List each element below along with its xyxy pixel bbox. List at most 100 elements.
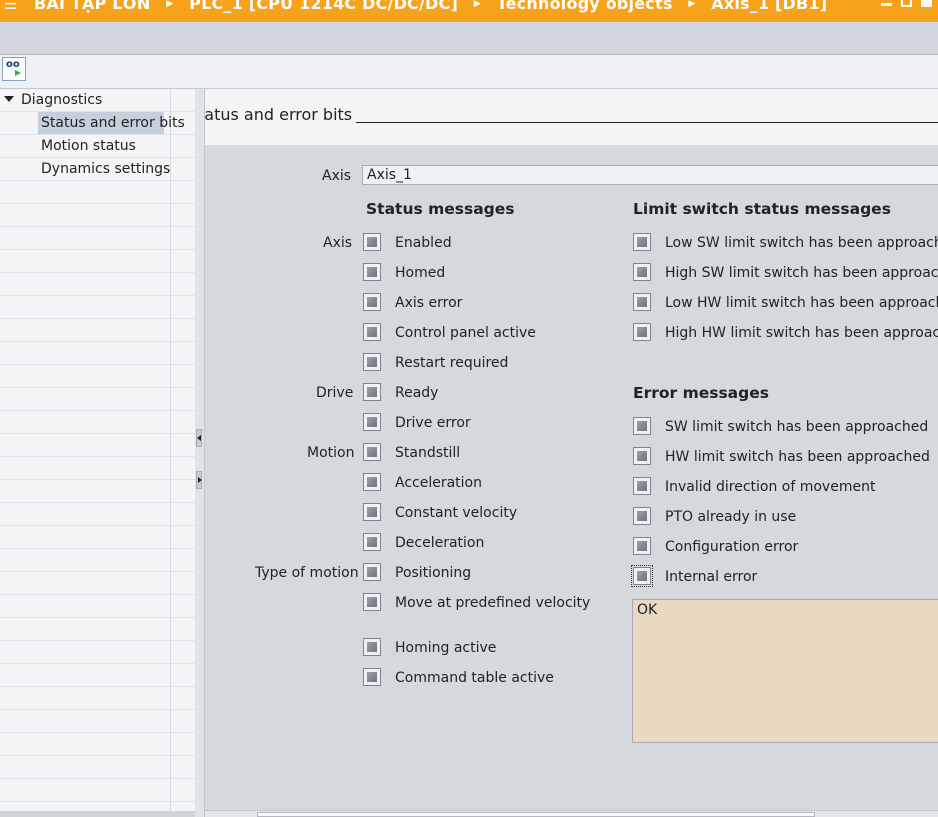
error-message-text: OK bbox=[637, 602, 658, 618]
breadcrumb-axis[interactable]: Axis_1 [DB1] bbox=[711, 0, 827, 13]
status-control-panel-active-checkbox bbox=[363, 323, 381, 341]
status-enabled-checkbox bbox=[363, 233, 381, 251]
nav-column-divider bbox=[170, 89, 171, 817]
error-configuration-label: Configuration error bbox=[665, 539, 799, 555]
status-standstill-checkbox bbox=[363, 443, 381, 461]
status-ready-label: Ready bbox=[395, 385, 439, 401]
group-label-axis: Axis bbox=[323, 235, 353, 251]
status-ready-checkbox bbox=[363, 383, 381, 401]
status-homing-active-label: Homing active bbox=[395, 640, 497, 656]
axis-label: Axis bbox=[322, 168, 352, 184]
status-acceleration-checkbox bbox=[363, 473, 381, 491]
status-positioning-label: Positioning bbox=[395, 565, 472, 581]
nav-item-dynamics-settings[interactable]: Dynamics settings bbox=[41, 158, 170, 180]
breadcrumb-plc[interactable]: PLC_1 [CPU 1214C DC/DC/DC] bbox=[189, 0, 458, 13]
panel-splitter[interactable] bbox=[195, 89, 205, 817]
status-move-predefined-velocity-checkbox bbox=[363, 593, 381, 611]
window-controls bbox=[881, 0, 932, 7]
limit-high-sw-checkbox bbox=[633, 263, 651, 281]
status-positioning-checkbox bbox=[363, 563, 381, 581]
nav-scrollbar[interactable] bbox=[0, 811, 195, 817]
nav-diagnostics-label: Diagnostics bbox=[21, 92, 103, 108]
error-internal-checkbox bbox=[631, 565, 653, 587]
status-deceleration-checkbox bbox=[363, 533, 381, 551]
scrollbar-thumb[interactable] bbox=[257, 812, 815, 817]
minimize-icon[interactable] bbox=[881, 0, 892, 6]
error-sw-limit-label: SW limit switch has been approached bbox=[665, 419, 929, 435]
section-title: tatus and error bits bbox=[205, 105, 353, 124]
breadcrumb: BÀI TẬP LỚN ▶ PLC_1 [CPU 1214C DC/DC/DC]… bbox=[34, 0, 827, 13]
breadcrumb-project[interactable]: BÀI TẬP LỚN bbox=[34, 0, 150, 13]
status-homing-active-checkbox bbox=[363, 638, 381, 656]
limit-low-sw-checkbox bbox=[633, 233, 651, 251]
main-panel: tatus and error bits Axis Axis_1 Status … bbox=[205, 89, 938, 817]
arrow-right-icon bbox=[198, 477, 202, 483]
group-label-drive: Drive bbox=[316, 385, 354, 401]
collapse-left-button[interactable] bbox=[196, 429, 202, 447]
error-hw-limit-label: HW limit switch has been approached bbox=[665, 449, 930, 465]
error-pto-in-use-label: PTO already in use bbox=[665, 509, 797, 525]
status-axis-error-label: Axis error bbox=[395, 295, 463, 311]
status-command-table-active-label: Command table active bbox=[395, 670, 554, 686]
error-configuration-checkbox bbox=[633, 537, 651, 555]
limit-switch-messages-title: Limit switch status messages bbox=[633, 200, 891, 218]
status-deceleration-label: Deceleration bbox=[395, 535, 485, 551]
status-command-table-active-checkbox bbox=[363, 668, 381, 686]
error-message-box: OK bbox=[632, 599, 938, 743]
limit-high-hw-label: High HW limit switch has been approached bbox=[665, 325, 938, 341]
restore-icon[interactable] bbox=[901, 0, 912, 7]
error-invalid-direction-checkbox bbox=[633, 477, 651, 495]
section-divider bbox=[356, 122, 938, 123]
group-label-type-of-motion: Type of motion bbox=[255, 565, 359, 581]
toolbar: oo bbox=[0, 55, 938, 89]
nav-item-status-and-error-bits[interactable]: Status and error bits bbox=[38, 112, 185, 134]
group-label-motion: Motion bbox=[307, 445, 355, 461]
axis-field[interactable]: Axis_1 bbox=[362, 165, 938, 185]
maximize-icon[interactable] bbox=[921, 0, 932, 7]
status-standstill-label: Standstill bbox=[395, 445, 461, 461]
error-invalid-direction-label: Invalid direction of movement bbox=[665, 479, 876, 495]
limit-low-hw-checkbox bbox=[633, 293, 651, 311]
title-bar: ☰ BÀI TẬP LỚN ▶ PLC_1 [CPU 1214C DC/DC/D… bbox=[0, 0, 938, 22]
error-pto-in-use-checkbox bbox=[633, 507, 651, 525]
editor-header-band bbox=[0, 22, 938, 55]
status-drive-error-label: Drive error bbox=[395, 415, 471, 431]
error-messages-title: Error messages bbox=[633, 384, 769, 402]
limit-high-sw-label: High SW limit switch has been approached bbox=[665, 265, 938, 281]
expand-right-button[interactable] bbox=[196, 471, 202, 489]
status-axis-error-checkbox bbox=[363, 293, 381, 311]
diagnostics-navigation: Diagnostics Status and error bits Motion… bbox=[0, 89, 196, 817]
limit-low-hw-label: Low HW limit switch has been approached bbox=[665, 295, 938, 311]
status-restart-required-checkbox bbox=[363, 353, 381, 371]
status-constant-velocity-label: Constant velocity bbox=[395, 505, 518, 521]
play-icon bbox=[15, 70, 21, 76]
monitoring-glasses-icon: oo bbox=[6, 59, 20, 70]
limit-high-hw-checkbox bbox=[633, 323, 651, 341]
collapse-arrow-icon[interactable] bbox=[4, 96, 14, 102]
status-messages-title: Status messages bbox=[366, 200, 515, 218]
error-sw-limit-checkbox bbox=[633, 417, 651, 435]
status-control-panel-active-label: Control panel active bbox=[395, 325, 536, 341]
error-internal-label: Internal error bbox=[665, 569, 758, 585]
nav-diagnostics[interactable]: Diagnostics bbox=[4, 89, 102, 111]
breadcrumb-separator-icon: ▶ bbox=[688, 0, 696, 9]
status-restart-required-label: Restart required bbox=[395, 355, 509, 371]
nav-item-motion-status[interactable]: Motion status bbox=[41, 135, 136, 157]
status-homed-checkbox bbox=[363, 263, 381, 281]
breadcrumb-separator-icon: ▶ bbox=[473, 0, 481, 9]
monitor-all-button[interactable]: oo bbox=[2, 57, 26, 81]
status-move-predefined-velocity-label: Move at predefined velocity bbox=[395, 595, 591, 611]
status-acceleration-label: Acceleration bbox=[395, 475, 482, 491]
horizontal-scrollbar[interactable] bbox=[205, 810, 938, 817]
error-hw-limit-checkbox bbox=[633, 447, 651, 465]
limit-low-sw-label: Low SW limit switch has been approached bbox=[665, 235, 938, 251]
breadcrumb-technology-objects[interactable]: Technology objects bbox=[497, 0, 673, 13]
status-constant-velocity-checkbox bbox=[363, 503, 381, 521]
arrow-left-icon bbox=[197, 435, 201, 441]
status-homed-label: Homed bbox=[395, 265, 446, 281]
status-enabled-label: Enabled bbox=[395, 235, 452, 251]
status-drive-error-checkbox bbox=[363, 413, 381, 431]
breadcrumb-separator-icon: ▶ bbox=[166, 0, 174, 9]
menu-icon[interactable]: ☰ bbox=[4, 0, 17, 13]
section-heading: tatus and error bits bbox=[205, 89, 938, 145]
